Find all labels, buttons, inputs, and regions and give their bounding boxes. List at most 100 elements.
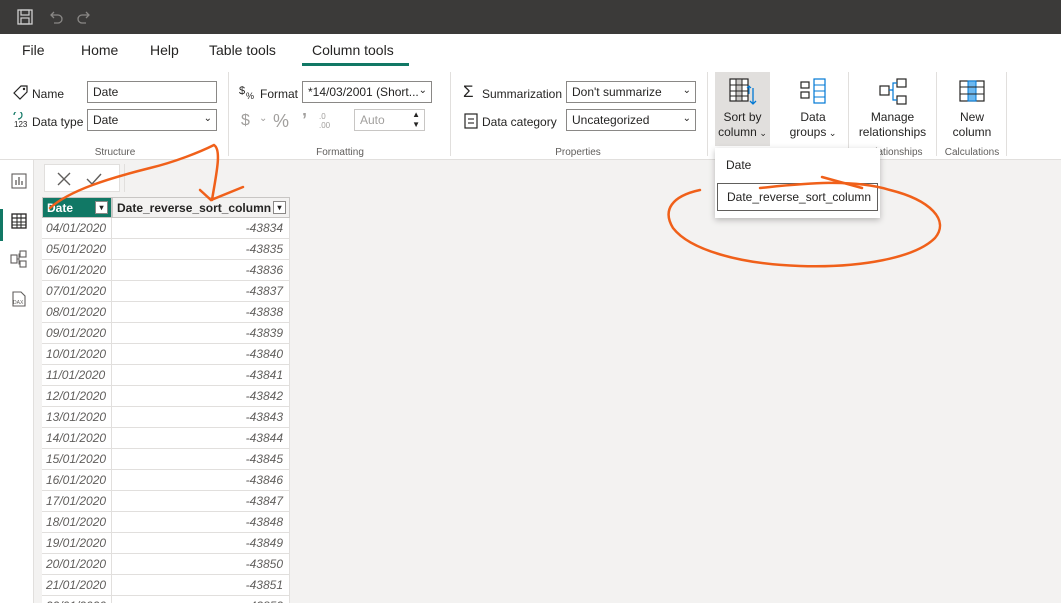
table-row[interactable]: 06/01/2020 -43836 [42, 260, 290, 281]
chevron-down-icon: ⌄ [418, 85, 427, 96]
cell-date: 21/01/2020 [42, 575, 112, 596]
save-icon[interactable] [16, 8, 34, 26]
format-select[interactable]: *14/03/2001 (Short... ⌄ [302, 81, 432, 103]
table-row[interactable]: 20/01/2020 -43850 [42, 554, 290, 575]
data-groups-label: Data [800, 110, 826, 124]
currency-button[interactable]: $ [241, 112, 250, 130]
sort-by-column-menu: Date Date_reverse_sort_column [715, 148, 880, 218]
table-row[interactable]: 19/01/2020 -43849 [42, 533, 290, 554]
decimal-places-stepper[interactable]: Auto ▲ ▼ [354, 109, 425, 131]
tab-table-tools[interactable]: Table tools [209, 42, 276, 58]
data-type-select[interactable]: Date ⌄ [87, 109, 217, 131]
table-view-icon[interactable] [10, 212, 28, 230]
sigma-icon: Σ [463, 82, 474, 101]
relationships-icon [878, 78, 907, 105]
table-row[interactable]: 10/01/2020 -43840 [42, 344, 290, 365]
cell-date: 19/01/2020 [42, 533, 112, 554]
dax-query-view-icon[interactable]: DAX [10, 290, 28, 308]
cell-date: 16/01/2020 [42, 470, 112, 491]
table-row[interactable]: 13/01/2020 -43843 [42, 407, 290, 428]
structure-group-label: Structure [94, 147, 136, 158]
cell-reverse-sort: -43844 [112, 428, 290, 449]
manage-relationships-label-2: relationships [858, 125, 927, 139]
column-header-label: Date [47, 201, 74, 215]
report-view-icon[interactable] [10, 172, 28, 190]
cell-reverse-sort: -43847 [112, 491, 290, 512]
cell-date: 17/01/2020 [42, 491, 112, 512]
cell-date: 15/01/2020 [42, 449, 112, 470]
data-groups-icon [800, 78, 826, 104]
table-row[interactable]: 09/01/2020 -43839 [42, 323, 290, 344]
svg-text:DAX: DAX [13, 300, 24, 306]
name-field[interactable]: Date [87, 81, 217, 103]
formula-divider [124, 164, 125, 192]
manage-relationships-button[interactable]: Manage relationships [855, 72, 930, 146]
chevron-down-icon: ⌄ [682, 113, 691, 124]
check-icon[interactable] [85, 170, 103, 188]
summarization-select[interactable]: Don't summarize ⌄ [566, 81, 696, 103]
data-category-select[interactable]: Uncategorized ⌄ [566, 109, 696, 131]
table-row[interactable]: 07/01/2020 -43837 [42, 281, 290, 302]
model-view-icon[interactable] [10, 250, 28, 268]
sort-menu-item-date[interactable]: Date [717, 152, 878, 180]
table-row[interactable]: 12/01/2020 -43842 [42, 386, 290, 407]
name-label: Name [32, 87, 65, 101]
properties-group-label: Properties [555, 147, 601, 158]
table-row[interactable]: 15/01/2020 -43845 [42, 449, 290, 470]
cell-date: 07/01/2020 [42, 281, 112, 302]
svg-text:123: 123 [14, 120, 28, 129]
redo-icon[interactable] [76, 8, 94, 26]
table-row[interactable]: 18/01/2020 -43848 [42, 512, 290, 533]
column-header-date-reverse-sort[interactable]: Date_reverse_sort_column ▾ [112, 197, 290, 218]
svg-text:%: % [246, 91, 254, 101]
data-groups-label-2: groups [789, 125, 827, 139]
cell-date: 10/01/2020 [42, 344, 112, 365]
cell-date: 14/01/2020 [42, 428, 112, 449]
data-type-label: Data type [32, 115, 84, 129]
table-row[interactable]: 04/01/2020 -43834 [42, 218, 290, 239]
new-column-button[interactable]: New column [944, 72, 1000, 146]
sort-by-column-button[interactable]: Sort by column ⌄ [715, 72, 770, 146]
cell-reverse-sort: -43848 [112, 512, 290, 533]
view-sidebar: DAX [0, 160, 34, 603]
cell-reverse-sort: -43852 [112, 596, 290, 603]
table-row[interactable]: 22/01/2020-43852 [42, 596, 290, 603]
format-icon: $ % [239, 85, 254, 101]
data-category-label: Data category [482, 115, 557, 129]
table-row[interactable]: 11/01/2020 -43841 [42, 365, 290, 386]
table-row[interactable]: 21/01/2020 -43851 [42, 575, 290, 596]
tab-home[interactable]: Home [81, 42, 118, 58]
comma-button[interactable]: ’ [302, 110, 307, 131]
tab-column-tools[interactable]: Column tools [312, 42, 394, 58]
column-header-date[interactable]: Date ▾ [42, 197, 112, 218]
tab-file[interactable]: File [22, 42, 45, 58]
close-icon[interactable] [55, 170, 73, 188]
table-row[interactable]: 16/01/2020 -43846 [42, 470, 290, 491]
sort-menu-item-date-reverse-sort[interactable]: Date_reverse_sort_column [717, 183, 878, 211]
sort-by-column-label-2: column [718, 125, 757, 139]
undo-icon[interactable] [46, 8, 64, 26]
new-column-label-2: column [952, 125, 992, 139]
table-row[interactable]: 05/01/2020 -43835 [42, 239, 290, 260]
chevron-down-icon[interactable]: ▾ [95, 201, 108, 214]
table-row[interactable]: 14/01/2020 -43844 [42, 428, 290, 449]
tab-help[interactable]: Help [150, 42, 179, 58]
chevron-down-icon[interactable]: ⌄ [259, 113, 267, 124]
data-groups-button[interactable]: Data groups ⌄ [784, 72, 842, 146]
chevron-down-icon: ⌄ [756, 128, 767, 138]
cell-date: 06/01/2020 [42, 260, 112, 281]
format-value: *14/03/2001 (Short... [308, 85, 419, 99]
new-column-label: New [959, 110, 984, 124]
percent-button[interactable]: % [273, 111, 289, 132]
column-header-label: Date_reverse_sort_column [117, 201, 272, 215]
table-row[interactable]: 17/01/2020 -43847 [42, 491, 290, 512]
table-row[interactable]: 08/01/2020 -43838 [42, 302, 290, 323]
new-column-icon [959, 80, 985, 102]
stepper-arrows-icon[interactable]: ▲ ▼ [412, 110, 420, 130]
chevron-down-icon[interactable]: ▾ [273, 201, 286, 214]
data-type-value: Date [93, 113, 119, 127]
decimal-places-icon[interactable]: .0 .00 [317, 111, 337, 129]
cell-date: 05/01/2020 [42, 239, 112, 260]
cell-reverse-sort: -43851 [112, 575, 290, 596]
sort-by-column-label: Sort by [723, 110, 762, 124]
